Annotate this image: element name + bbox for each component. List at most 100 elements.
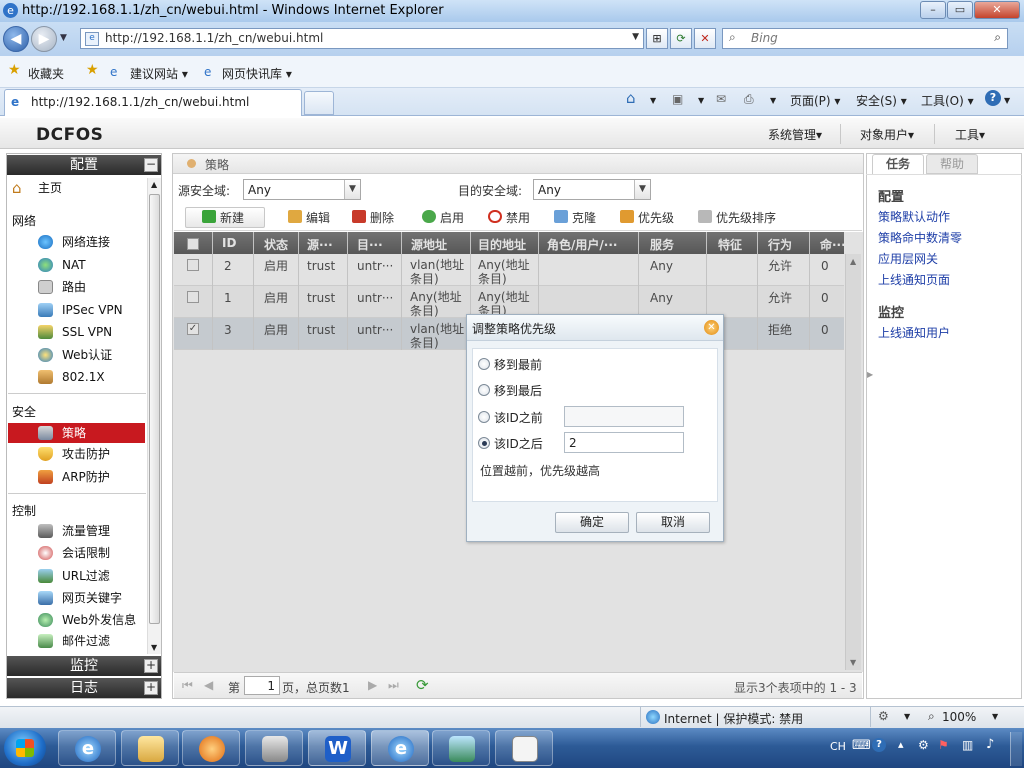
first-page-icon[interactable]: ⏮: [182, 678, 193, 693]
home-icon[interactable]: ⌂: [626, 89, 636, 107]
home-dropdown-icon[interactable]: ▼: [650, 96, 656, 105]
add-favorite-icon[interactable]: ★: [86, 62, 99, 78]
new-button[interactable]: 新建: [202, 209, 244, 226]
sidebar-item-web-keyword[interactable]: 网页关键字: [10, 587, 145, 609]
compat-view-icon[interactable]: ⊞: [646, 28, 668, 49]
ok-button[interactable]: 确定: [555, 512, 629, 533]
zoom-level[interactable]: 100%: [942, 710, 976, 724]
sidebar-item-nat[interactable]: NAT: [10, 254, 145, 276]
config-panel-header[interactable]: 配置 −: [7, 155, 161, 175]
address-dropdown-icon[interactable]: ▼: [632, 32, 639, 42]
taskbar-ie-active-icon[interactable]: e: [371, 730, 429, 766]
sidebar-item-traffic-mgmt[interactable]: 流量管理: [10, 520, 145, 542]
tray-expand-icon[interactable]: ▴: [898, 738, 904, 751]
sidebar-item-network-connection[interactable]: 网络连接: [10, 231, 145, 253]
scroll-up-icon[interactable]: ▲: [151, 180, 157, 189]
collapse-icon[interactable]: −: [144, 158, 158, 172]
close-icon[interactable]: ✕: [704, 320, 719, 335]
radio-before-id[interactable]: [478, 411, 490, 423]
log-panel-header[interactable]: 日志 +: [7, 678, 161, 698]
stop-icon[interactable]: ✕: [694, 28, 716, 49]
system-admin-menu[interactable]: 系统管理▾: [768, 126, 822, 143]
browser-tab[interactable]: e http://192.168.1.1/zh_cn/webui.html: [4, 89, 302, 116]
taskbar-ie-icon[interactable]: e: [58, 730, 116, 766]
zoom-icon[interactable]: ⌕: [928, 709, 935, 724]
network-icon[interactable]: ▥: [962, 738, 973, 752]
search-input[interactable]: ⌕ Bing ⌕: [722, 28, 1008, 49]
sidebar-item-home[interactable]: ⌂ 主页: [10, 177, 145, 199]
fav-link-suggested[interactable]: 建议网站 ▾: [130, 65, 188, 82]
new-tab-button[interactable]: [304, 91, 334, 115]
chevron-down-icon[interactable]: ▼: [904, 712, 910, 721]
popup-blocker-icon[interactable]: ⚙: [878, 709, 889, 723]
dst-zone-select[interactable]: Any ▼: [533, 179, 651, 200]
taskbar-explorer-icon[interactable]: [121, 730, 179, 766]
settings-tray-icon[interactable]: ⚙: [918, 738, 929, 752]
taskbar-media-player-icon[interactable]: [182, 730, 240, 766]
refresh-icon[interactable]: ⟳: [670, 28, 692, 49]
minimize-button[interactable]: –: [920, 1, 946, 19]
mail-icon[interactable]: ✉: [716, 92, 726, 106]
keyboard-icon[interactable]: ⌨: [852, 738, 871, 753]
action-center-icon[interactable]: ⚑: [938, 738, 949, 752]
sidebar-item-url-filter[interactable]: URL过滤: [10, 565, 145, 587]
radio-move-last[interactable]: [478, 384, 490, 396]
priority-button[interactable]: 优先级: [620, 209, 674, 226]
volume-icon[interactable]: ♪: [986, 737, 994, 752]
language-indicator[interactable]: CH: [830, 740, 846, 753]
close-window-button[interactable]: ✕: [974, 1, 1020, 19]
cancel-button[interactable]: 取消: [636, 512, 710, 533]
maximize-button[interactable]: ▭: [947, 1, 973, 19]
tab-help[interactable]: 帮助: [926, 154, 978, 174]
app-tools-menu[interactable]: 工具▾: [955, 126, 985, 143]
after-id-input[interactable]: 2: [564, 432, 684, 453]
fav-link-webslice[interactable]: 网页快讯库 ▾: [222, 65, 292, 82]
favorites-label[interactable]: 收藏夹: [28, 65, 64, 82]
help-dropdown-icon[interactable]: ▼: [1004, 96, 1010, 105]
prev-page-icon[interactable]: ◀: [204, 678, 213, 692]
help-icon[interactable]: ?: [985, 90, 1001, 106]
disable-button[interactable]: 禁用: [488, 209, 530, 226]
page-number-input[interactable]: 1: [244, 676, 280, 695]
print-icon[interactable]: ⎙: [744, 92, 754, 107]
taskbar-photo-icon[interactable]: [432, 730, 490, 766]
feeds-dropdown-icon[interactable]: ▼: [698, 96, 704, 105]
radio-move-first[interactable]: [478, 358, 490, 370]
sidebar-item-web-outbound[interactable]: Web外发信息: [10, 609, 145, 631]
tab-tasks[interactable]: 任务: [872, 154, 924, 174]
link-policy-default-action[interactable]: 策略默认动作: [878, 208, 950, 225]
page-menu[interactable]: 页面(P) ▾: [790, 92, 840, 109]
expand-icon[interactable]: +: [144, 681, 158, 695]
link-online-notice-users[interactable]: 上线通知用户: [878, 324, 950, 341]
delete-button[interactable]: 删除: [352, 209, 394, 226]
link-online-notice-page[interactable]: 上线通知页面: [878, 271, 950, 288]
last-page-icon[interactable]: ⏭: [388, 678, 399, 693]
history-dropdown-icon[interactable]: ▼: [60, 33, 67, 43]
start-button[interactable]: [4, 730, 46, 766]
radio-after-id[interactable]: [478, 437, 490, 449]
scroll-thumb[interactable]: [149, 194, 160, 624]
zoom-dropdown-icon[interactable]: ▼: [992, 712, 998, 721]
refresh-icon[interactable]: ⟳: [416, 676, 429, 694]
sidebar-item-policy[interactable]: 策略: [10, 422, 145, 444]
taskbar-doc-icon[interactable]: [495, 730, 553, 766]
next-page-icon[interactable]: ▶: [368, 678, 377, 692]
sidebar-item-attack-defense[interactable]: 攻击防护: [10, 443, 145, 465]
sidebar-item-ssl-vpn[interactable]: SSL VPN: [10, 321, 145, 343]
feeds-icon[interactable]: ▣: [672, 92, 683, 106]
monitor-panel-header[interactable]: 监控 +: [7, 656, 161, 676]
forward-button[interactable]: ▶: [31, 26, 57, 52]
show-desktop-button[interactable]: [1010, 732, 1022, 766]
link-clear-policy-hits[interactable]: 策略命中数清零: [878, 229, 962, 246]
taskbar-wps-icon[interactable]: W: [308, 730, 366, 766]
print-dropdown-icon[interactable]: ▼: [770, 96, 776, 105]
taskbar-app-icon[interactable]: [245, 730, 303, 766]
edit-button[interactable]: 编辑: [288, 209, 330, 226]
favorites-star-icon[interactable]: ★: [8, 62, 21, 78]
src-zone-select[interactable]: Any ▼: [243, 179, 361, 200]
back-button[interactable]: ◀: [3, 26, 29, 52]
before-id-input[interactable]: [564, 406, 684, 427]
safety-menu[interactable]: 安全(S) ▾: [856, 92, 907, 109]
clone-button[interactable]: 克隆: [554, 209, 596, 226]
link-alg[interactable]: 应用层网关: [878, 250, 938, 267]
